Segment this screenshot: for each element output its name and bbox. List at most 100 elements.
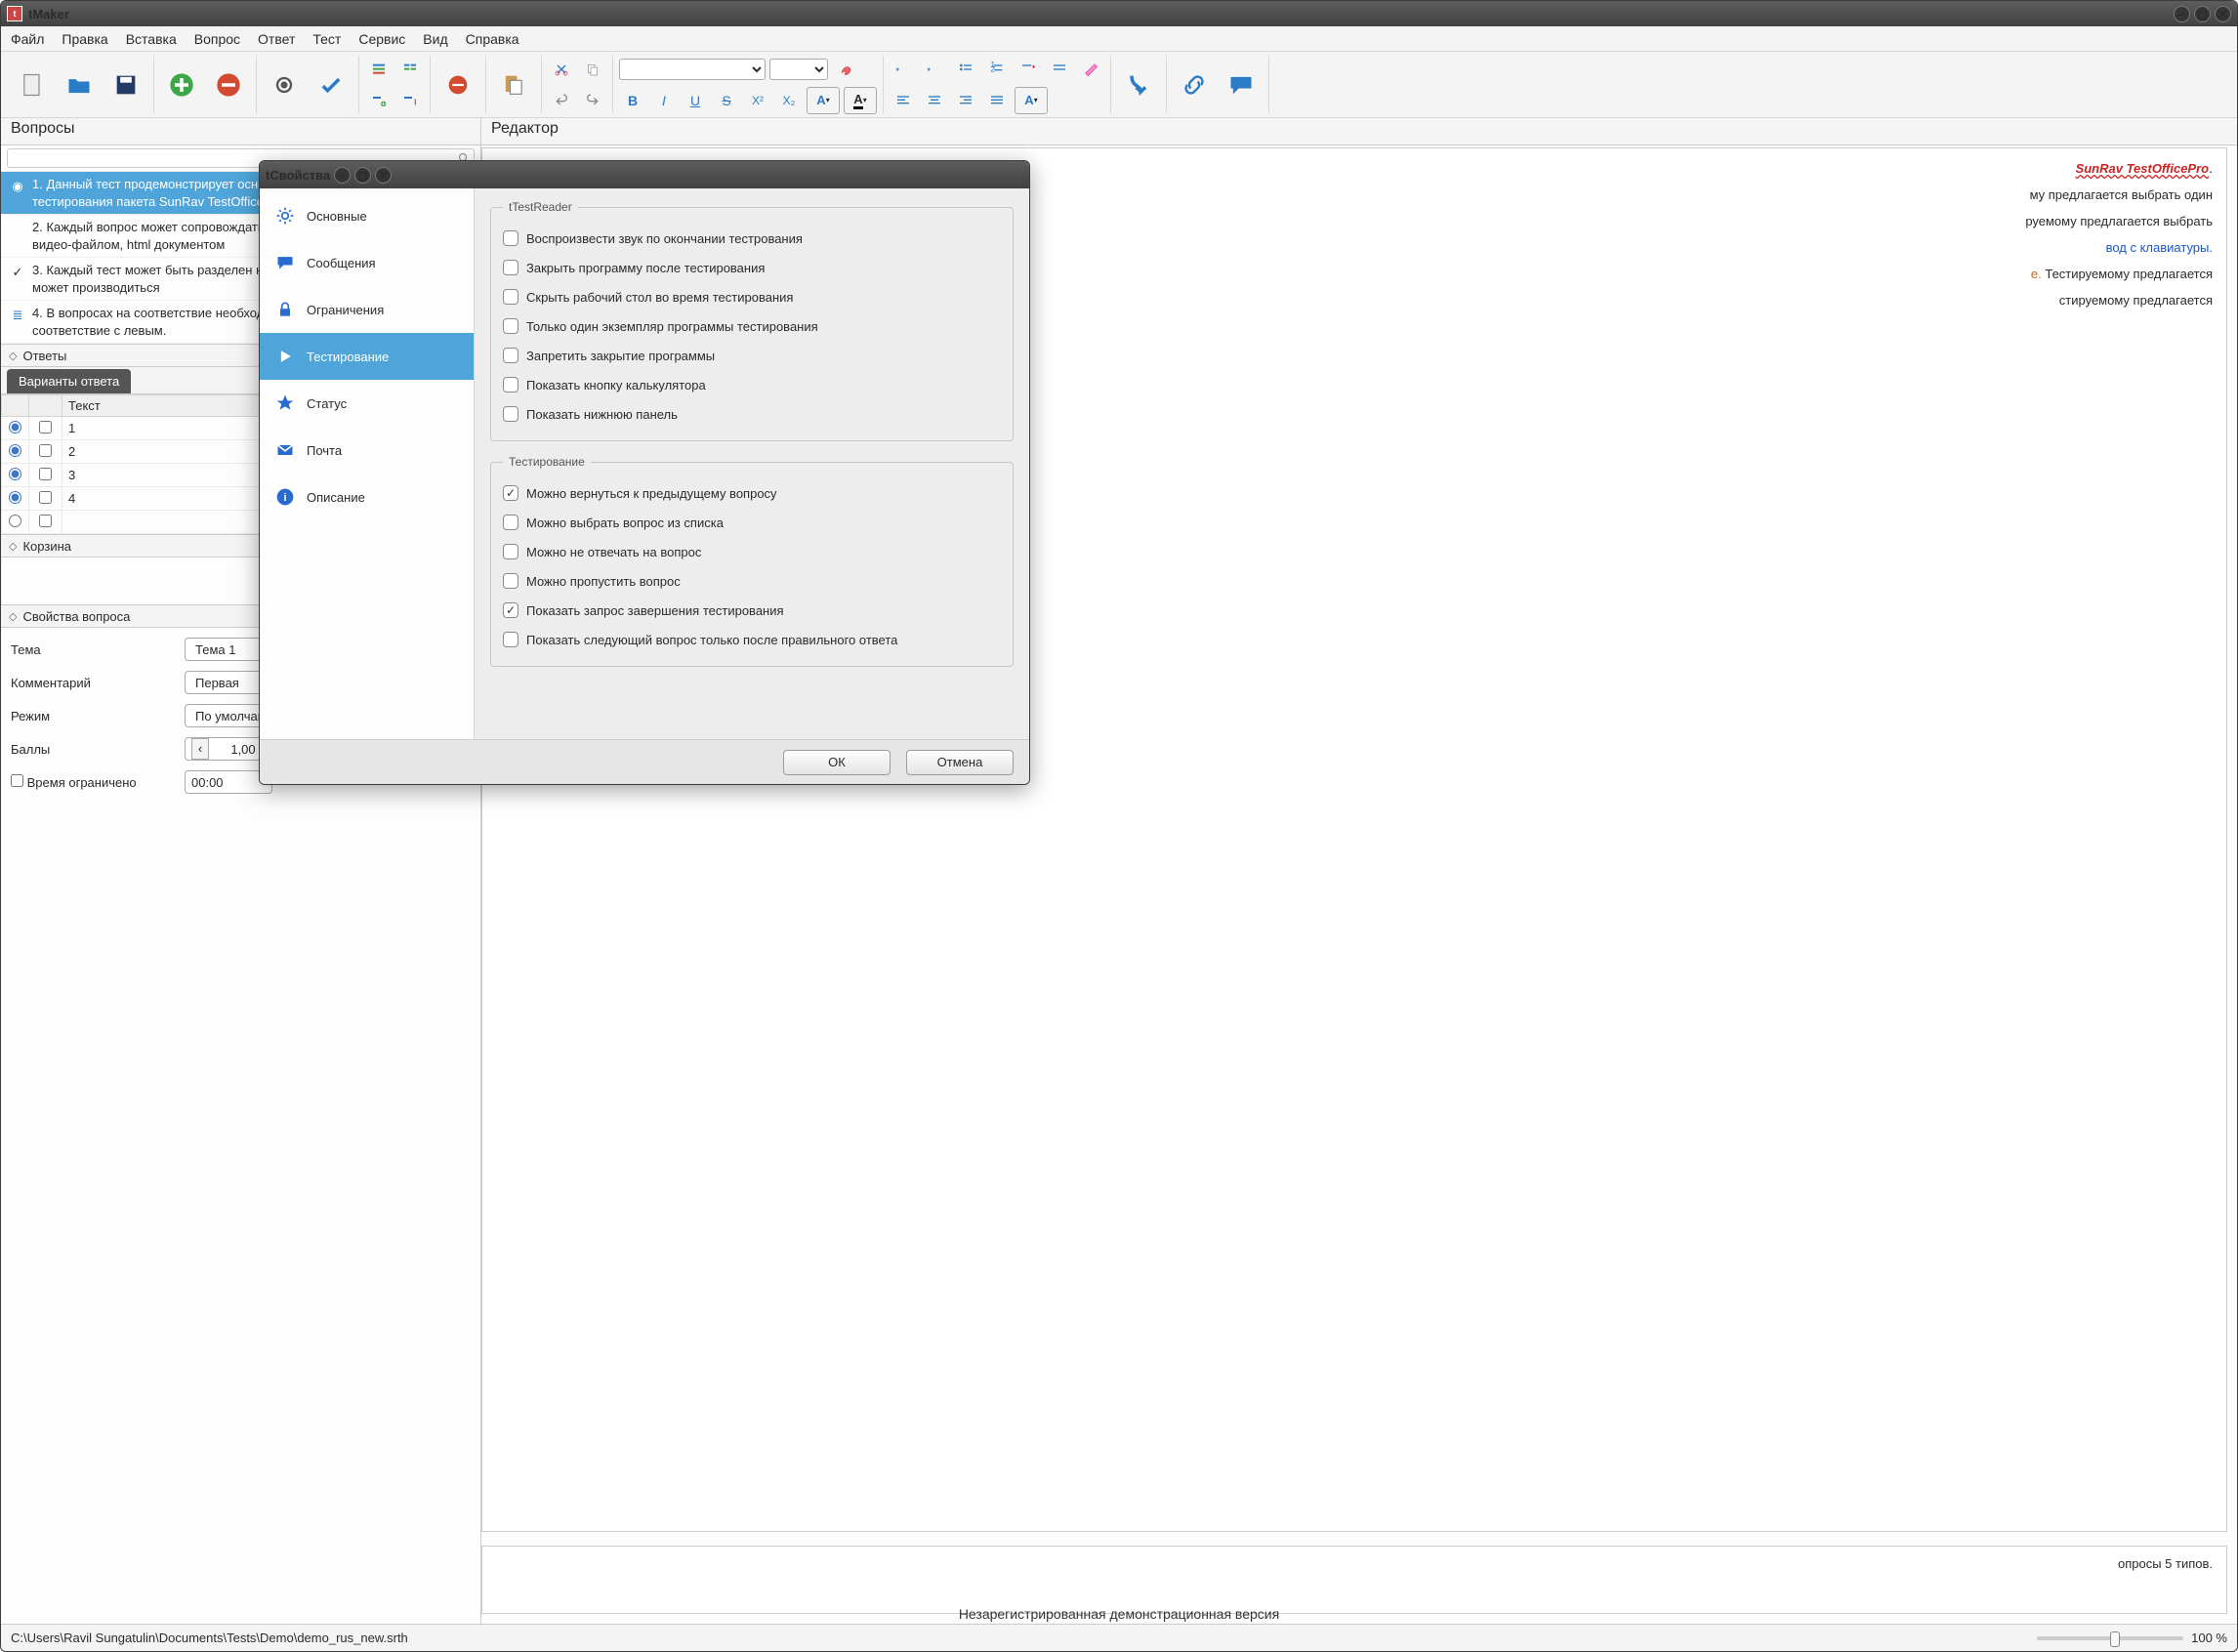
link-button[interactable] — [1173, 63, 1216, 106]
menu-view[interactable]: Вид — [423, 31, 447, 47]
checkbox[interactable] — [503, 485, 518, 501]
indent-icon[interactable] — [921, 56, 948, 83]
remove-button[interactable] — [207, 63, 250, 106]
sidebar-item-testing[interactable]: Тестирование — [260, 333, 474, 380]
bold-icon[interactable]: B — [619, 87, 646, 114]
clear-format-icon[interactable] — [1077, 56, 1104, 83]
checkbox-row[interactable]: Показать нижнюю панель — [503, 399, 1001, 429]
font-size-select[interactable] — [769, 59, 828, 80]
answers-tab[interactable]: Варианты ответа — [7, 369, 131, 393]
checkbox-row[interactable]: Показать следующий вопрос только после п… — [503, 625, 1001, 654]
checkbox-row[interactable]: Только один экземпляр программы тестиров… — [503, 311, 1001, 341]
indent-right-icon[interactable] — [1015, 56, 1042, 83]
underline-icon[interactable]: U — [682, 87, 709, 114]
menu-help[interactable]: Справка — [466, 31, 519, 47]
list-cursor-icon[interactable]: I — [396, 87, 424, 114]
checkbox[interactable] — [503, 515, 518, 530]
add-button[interactable] — [160, 63, 203, 106]
align-justify-icon[interactable] — [983, 87, 1011, 114]
checkbox[interactable] — [503, 377, 518, 392]
dialog-close-button[interactable]: ✕ — [375, 167, 392, 184]
dialog-maximize-button[interactable]: ◻ — [354, 167, 371, 184]
redo-icon[interactable] — [579, 87, 606, 114]
remove-small-button[interactable] — [436, 63, 479, 106]
checkbox-row[interactable]: Можно пропустить вопрос — [503, 566, 1001, 596]
menu-test[interactable]: Тест — [312, 31, 341, 47]
font-family-select[interactable] — [619, 59, 766, 80]
minimize-button[interactable]: – — [2174, 6, 2190, 22]
copy-icon[interactable] — [579, 56, 606, 83]
new-file-button[interactable] — [11, 63, 54, 106]
answer-radio[interactable] — [9, 515, 21, 527]
paste-button[interactable] — [492, 63, 535, 106]
menu-answer[interactable]: Ответ — [258, 31, 295, 47]
menu-file[interactable]: Файл — [11, 31, 44, 47]
menu-edit[interactable]: Правка — [62, 31, 107, 47]
highlight-button[interactable]: A▾ — [844, 87, 877, 114]
checkbox-row[interactable]: Воспроизвести звук по окончании тестрова… — [503, 224, 1001, 253]
check-button[interactable] — [310, 63, 352, 106]
align-left-icon[interactable] — [890, 87, 917, 114]
strike-icon[interactable]: S — [713, 87, 740, 114]
sidebar-item-desc[interactable]: i Описание — [260, 474, 474, 520]
italic-icon[interactable]: I — [650, 87, 678, 114]
checkbox[interactable] — [503, 406, 518, 422]
subscript-icon[interactable]: X₂ — [775, 87, 803, 114]
answer-check[interactable] — [39, 444, 52, 457]
timelimit-label[interactable]: Время ограничено — [11, 774, 177, 790]
checkbox[interactable] — [503, 318, 518, 334]
paragraph-style-button[interactable]: A▾ — [1015, 87, 1048, 114]
editor-bottom[interactable]: опросы 5 типов. — [481, 1546, 2227, 1614]
align-right-icon[interactable] — [952, 87, 979, 114]
save-file-button[interactable] — [104, 63, 147, 106]
answer-radio[interactable] — [9, 468, 21, 480]
checkbox-row[interactable]: Можно вернуться к предыдущему вопросу — [503, 478, 1001, 508]
ok-button[interactable]: ОК — [783, 750, 891, 775]
menu-question[interactable]: Вопрос — [194, 31, 240, 47]
checkbox[interactable] — [503, 348, 518, 363]
open-file-button[interactable] — [58, 63, 101, 106]
checkbox[interactable] — [503, 544, 518, 559]
cut-icon[interactable] — [548, 56, 575, 83]
answer-check[interactable] — [39, 421, 52, 434]
align-center-icon[interactable] — [921, 87, 948, 114]
bullets-icon[interactable] — [952, 56, 979, 83]
answer-check[interactable] — [39, 491, 52, 504]
menu-insert[interactable]: Вставка — [126, 31, 177, 47]
dialog-minimize-button[interactable]: – — [334, 167, 351, 184]
answer-radio[interactable] — [9, 421, 21, 434]
checkbox[interactable] — [503, 573, 518, 589]
outdent-icon[interactable] — [890, 56, 917, 83]
close-button[interactable]: ✕ — [2215, 6, 2231, 22]
checkbox[interactable] — [503, 289, 518, 305]
sidebar-item-messages[interactable]: Сообщения — [260, 239, 474, 286]
list-a-icon[interactable] — [365, 56, 393, 83]
sidebar-item-mail[interactable]: Почта — [260, 427, 474, 474]
menu-service[interactable]: Сервис — [358, 31, 405, 47]
answer-check[interactable] — [39, 468, 52, 480]
sidebar-item-limits[interactable]: Ограничения — [260, 286, 474, 333]
comment-button[interactable] — [1220, 63, 1263, 106]
timelimit-check[interactable] — [11, 774, 23, 787]
checkbox-row[interactable]: Показать запрос завершения тестирования — [503, 596, 1001, 625]
cancel-button[interactable]: Отмена — [906, 750, 1014, 775]
line-break-icon[interactable] — [1046, 56, 1073, 83]
checkbox-row[interactable]: Показать кнопку калькулятора — [503, 370, 1001, 399]
list-plus-icon[interactable] — [365, 87, 393, 114]
zoom-slider[interactable] — [2037, 1636, 2183, 1640]
font-color-button[interactable]: A▾ — [807, 87, 840, 114]
checkbox-row[interactable]: Запретить закрытие программы — [503, 341, 1001, 370]
record-button[interactable] — [263, 63, 306, 106]
checkbox-row[interactable]: Закрыть программу после тестирования — [503, 253, 1001, 282]
numbering-icon[interactable]: 12 — [983, 56, 1011, 83]
arrow-down-button[interactable] — [1117, 63, 1160, 106]
checkbox[interactable] — [503, 632, 518, 647]
answer-radio[interactable] — [9, 491, 21, 504]
undo-icon[interactable] — [548, 87, 575, 114]
checkbox-row[interactable]: Можно выбрать вопрос из списка — [503, 508, 1001, 537]
checkbox-row[interactable]: Можно не отвечать на вопрос — [503, 537, 1001, 566]
answer-check[interactable] — [39, 515, 52, 527]
font-color-palette-icon[interactable] — [832, 56, 859, 83]
checkbox[interactable] — [503, 602, 518, 618]
checkbox[interactable] — [503, 230, 518, 246]
